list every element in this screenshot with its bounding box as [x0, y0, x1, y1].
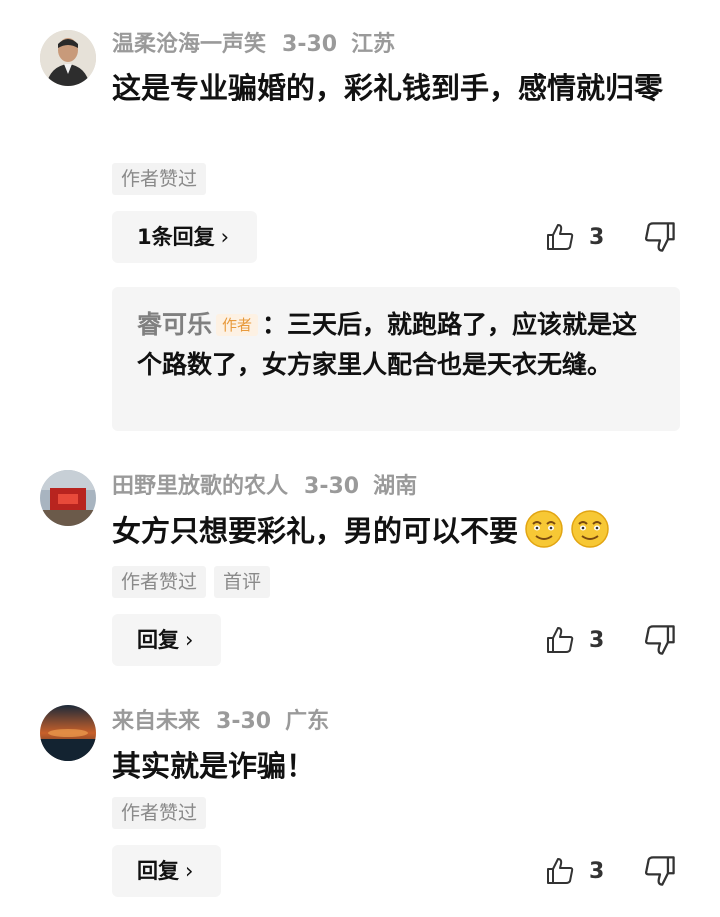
username[interactable]: 温柔沧海一声笑 [112, 32, 266, 57]
sub-reply-box[interactable]: 睿可乐 作者 ：三天后，就跑路了，应该就是这个路数了，女方家里人配合也是天衣无缝。 [112, 287, 680, 431]
comment-text: 其实就是诈骗！ [112, 749, 316, 783]
username[interactable]: 来自未来 [112, 709, 200, 734]
tag-list: 作者赞过 首评 [112, 566, 271, 598]
tag-list: 作者赞过 [112, 163, 207, 195]
smiling-face-emoji [525, 510, 563, 548]
chevron-right-icon: › [185, 628, 194, 652]
like-button[interactable]: 3 [545, 620, 625, 660]
reply-button-label: 回复 [137, 628, 179, 652]
tag-list: 作者赞过 [112, 797, 207, 829]
reply-button[interactable]: 回复 › [112, 845, 222, 897]
avatar[interactable] [40, 705, 96, 761]
comment-text-body: 女方只想要彩礼，男的可以不要 [112, 514, 519, 548]
like-button[interactable]: 3 [545, 217, 625, 257]
chevron-right-icon: › [185, 859, 194, 883]
thumbs-up-icon [547, 858, 574, 884]
username[interactable]: 田野里放歌的农人 [112, 474, 288, 499]
reply-button-label: 1条回复 [137, 225, 215, 249]
thumbs-down-icon[interactable] [643, 220, 677, 254]
comment-meta: 田野里放歌的农人 3-30 湖南 [112, 472, 431, 502]
author-liked-tag: 作者赞过 [112, 566, 207, 598]
reply-button[interactable]: 回复 › [112, 614, 222, 666]
thumbs-down-icon[interactable] [643, 623, 677, 657]
comment-date: 3-30 [216, 709, 272, 734]
comment-location: 湖南 [373, 474, 418, 499]
author-badge: 作者 [216, 314, 259, 336]
smiling-face-emoji [571, 510, 609, 548]
thumbs-up-icon [547, 627, 574, 653]
comment-text: 女方只想要彩礼，男的可以不要 [112, 509, 692, 552]
reply-button-label: 回复 [137, 859, 179, 883]
comment-text: 这是专业骗婚的，彩礼钱到手，感情就归零 [112, 71, 664, 105]
sub-reply-author[interactable]: 睿可乐 [137, 310, 212, 339]
like-count: 3 [589, 627, 605, 653]
author-liked-tag: 作者赞过 [112, 797, 207, 829]
comment-date: 3-30 [304, 474, 360, 499]
like-count: 3 [589, 224, 605, 250]
reply-count-button[interactable]: 1条回复 › [112, 211, 258, 263]
chevron-right-icon: › [220, 225, 230, 249]
avatar[interactable] [40, 30, 96, 86]
comment-date: 3-30 [282, 32, 338, 57]
comment-meta: 温柔沧海一声笑 3-30 江苏 [112, 30, 409, 60]
first-comment-tag: 首评 [214, 566, 271, 598]
avatar[interactable] [40, 470, 96, 526]
author-liked-tag: 作者赞过 [112, 163, 207, 195]
thumbs-up-icon [547, 224, 574, 250]
comment-location: 江苏 [351, 32, 396, 57]
like-button[interactable]: 3 [545, 851, 625, 891]
like-count: 3 [589, 858, 605, 884]
comment-meta: 来自未来 3-30 广东 [112, 707, 343, 737]
thumbs-down-icon[interactable] [643, 854, 677, 888]
comment-location: 广东 [285, 709, 330, 734]
